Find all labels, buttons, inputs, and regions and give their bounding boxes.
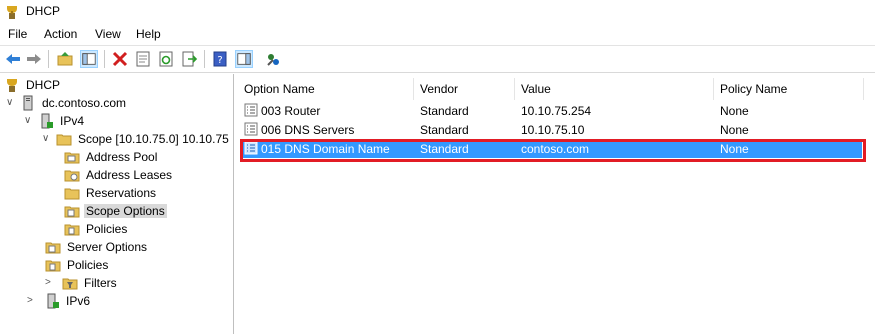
forward-icon[interactable] <box>25 50 43 68</box>
menu-help[interactable]: Help <box>136 27 161 41</box>
vendor: Standard <box>420 104 469 118</box>
ipv4-icon <box>41 113 53 129</box>
folder-icon <box>45 260 61 272</box>
value: 10.10.75.10 <box>521 123 585 137</box>
toolbar: ? <box>0 45 875 73</box>
column-header-policy-name[interactable]: Policy Name <box>714 78 864 100</box>
chevron-down-icon[interactable]: ∨ <box>42 133 52 145</box>
folder-icon <box>64 188 80 200</box>
tree-label: Address Pool <box>86 150 158 164</box>
value: 10.10.75.254 <box>521 104 592 118</box>
help-icon[interactable]: ? <box>211 50 229 68</box>
show-hide-tree-icon[interactable] <box>80 50 98 68</box>
refresh-icon[interactable] <box>157 50 175 68</box>
tree-label: Filters <box>84 276 117 290</box>
vendor: Standard <box>420 123 469 137</box>
policy-name: None <box>720 123 749 137</box>
tree-label: Policies <box>86 222 128 236</box>
filter-folder-icon <box>62 278 78 290</box>
column-header-vendor[interactable]: Vendor <box>414 78 515 100</box>
chevron-right-icon[interactable]: > <box>27 295 37 307</box>
column-header-value[interactable]: Value <box>515 78 714 100</box>
dhcp-icon <box>7 79 17 92</box>
policy-name: None <box>720 104 749 118</box>
back-icon[interactable] <box>4 50 22 68</box>
folder-icon <box>64 170 80 182</box>
console-tree: DHCP ∨ dc.contoso.com ∨ IPv4 ∨ Scope [10… <box>0 74 234 334</box>
show-action-pane-icon[interactable] <box>235 50 253 68</box>
option-icon <box>244 122 258 136</box>
toolbar-separator <box>104 50 105 68</box>
list-item[interactable]: 006 DNS Servers Standard 10.10.75.10 Non… <box>240 120 862 139</box>
folder-icon <box>64 206 80 218</box>
menu-view[interactable]: View <box>95 27 121 41</box>
delete-icon[interactable] <box>111 50 129 68</box>
ipv6-icon <box>47 293 59 309</box>
window-title: DHCP <box>26 4 61 18</box>
configure-options-icon[interactable] <box>264 50 282 68</box>
up-folder-icon[interactable] <box>56 50 74 68</box>
folder-icon <box>64 224 80 236</box>
chevron-down-icon[interactable]: ∨ <box>6 97 16 109</box>
options-list: Option Name Vendor Value Policy Name 003… <box>238 74 875 334</box>
highlight-box <box>240 139 866 162</box>
svg-text:?: ? <box>217 55 222 66</box>
tree-label: Address Leases <box>86 168 173 182</box>
option-icon <box>244 103 258 117</box>
toolbar-separator <box>204 50 205 68</box>
tree-label: IPv4 <box>60 114 85 128</box>
list-header: Option Name Vendor Value Policy Name <box>238 78 864 100</box>
title-bar: DHCP <box>0 0 875 24</box>
tree-label: Scope [10.10.75.0] 10.10.75 <box>78 132 229 146</box>
tree-label: DHCP <box>26 78 61 92</box>
server-icon <box>23 95 33 111</box>
folder-icon <box>56 134 72 146</box>
menu-bar: File Action View Help <box>0 24 875 44</box>
tree-label: Server Options <box>67 240 148 254</box>
tree-label: Reservations <box>86 186 157 200</box>
menu-file[interactable]: File <box>8 27 27 41</box>
tree-label: Policies <box>67 258 109 272</box>
option-name: 006 DNS Servers <box>261 123 355 137</box>
tree-label: dc.contoso.com <box>42 96 127 110</box>
folder-icon <box>64 152 80 164</box>
chevron-down-icon[interactable]: ∨ <box>24 115 34 127</box>
tree-label: IPv6 <box>66 294 91 308</box>
dhcp-app-icon <box>7 6 17 19</box>
tree-label: Scope Options <box>84 204 167 218</box>
column-header-option-name[interactable]: Option Name <box>238 78 414 100</box>
chevron-right-icon[interactable]: > <box>45 277 55 289</box>
option-name: 003 Router <box>261 104 321 118</box>
properties-icon[interactable] <box>134 50 152 68</box>
list-item[interactable]: 003 Router Standard 10.10.75.254 None <box>240 101 862 120</box>
menu-action[interactable]: Action <box>44 27 77 41</box>
toolbar-separator <box>48 50 49 68</box>
export-list-icon[interactable] <box>180 50 198 68</box>
folder-icon <box>45 242 61 254</box>
